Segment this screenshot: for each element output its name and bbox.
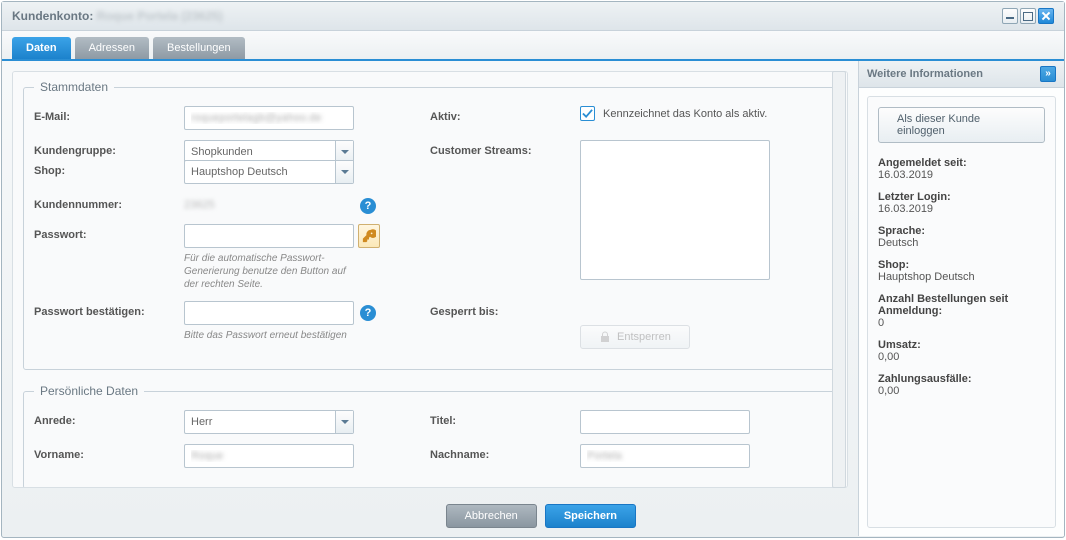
check-icon (582, 108, 593, 119)
shop-select[interactable]: Hauptshop Deutsch (184, 160, 354, 184)
label-gesperrt: Gesperrt bis: (430, 301, 580, 318)
label-vorname: Vorname: (34, 444, 184, 461)
legend-persoenlich: Persönliche Daten (34, 384, 144, 398)
tab-daten[interactable]: Daten (12, 37, 71, 59)
chevron-down-icon (335, 411, 353, 433)
double-chevron-right-icon: » (1045, 69, 1051, 79)
login-as-customer-button[interactable]: Als dieser Kunde einloggen (878, 107, 1045, 143)
window-title-prefix: Kundenkonto: (12, 9, 97, 23)
unlock-label: Entsperren (617, 331, 671, 343)
tab-bar: Daten Adressen Bestellungen (2, 31, 1064, 61)
key-icon (362, 229, 376, 243)
collapse-button[interactable]: » (1040, 66, 1056, 82)
label-kundengruppe: Kundengruppe: (34, 140, 184, 157)
close-button[interactable] (1038, 8, 1054, 24)
fieldset-stammdaten: Stammdaten E-Mail: Aktiv: (23, 80, 837, 370)
chevron-down-icon (335, 161, 353, 183)
email-input[interactable] (184, 106, 354, 130)
label-passwort-confirm: Passwort bestätigen: (34, 301, 184, 318)
info-shop: Shop:Hauptshop Deutsch (878, 259, 1045, 283)
tab-adressen[interactable]: Adressen (75, 37, 149, 59)
help-icon[interactable]: ? (360, 198, 376, 214)
vorname-input[interactable] (184, 444, 354, 468)
aktiv-checkbox[interactable] (580, 106, 595, 121)
info-letzter-login: Letzter Login:16.03.2019 (878, 191, 1045, 215)
nachname-input[interactable] (580, 444, 750, 468)
anrede-value: Herr (191, 416, 212, 428)
window-title: Kundenkonto: Roque Portela (23625) (12, 9, 223, 23)
help-icon[interactable]: ? (360, 305, 376, 321)
info-ausfall: Zahlungsausfälle:0,00 (878, 373, 1045, 397)
fieldset-persoenlich: Persönliche Daten Anrede: Herr (23, 384, 837, 488)
label-passwort: Passwort: (34, 224, 184, 241)
side-body: Als dieser Kunde einloggen Angemeldet se… (867, 96, 1056, 528)
label-aktiv: Aktiv: (430, 106, 580, 123)
password-help-text: Für die automatische Passwort-Generierun… (184, 252, 354, 291)
password-confirm-input[interactable] (184, 301, 354, 325)
info-sprache: Sprache:Deutsch (878, 225, 1045, 249)
side-header: Weitere Informationen » (859, 61, 1064, 88)
footer-buttons: Abbrechen Speichern (446, 504, 636, 528)
side-header-title: Weitere Informationen (867, 68, 983, 80)
info-bestellungen: Anzahl Bestellungen seit Anmeldung:0 (878, 293, 1045, 329)
customer-account-window: Kundenkonto: Roque Portela (23625) Daten… (1, 1, 1065, 538)
label-anrede: Anrede: (34, 410, 184, 427)
anrede-select[interactable]: Herr (184, 410, 354, 434)
label-titel: Titel: (430, 410, 580, 427)
kundennummer-value: 23625 (184, 194, 354, 214)
customer-streams-box[interactable] (580, 140, 770, 280)
info-umsatz: Umsatz:0,00 (878, 339, 1045, 363)
window-body: Stammdaten E-Mail: Aktiv: (2, 61, 1064, 536)
side-panel: Weitere Informationen » Als dieser Kunde… (858, 61, 1064, 536)
legend-stammdaten: Stammdaten (34, 80, 114, 94)
aktiv-help-text: Kennzeichnet das Konto als aktiv. (603, 108, 767, 120)
main-panel: Stammdaten E-Mail: Aktiv: (2, 61, 858, 536)
maximize-button[interactable] (1020, 8, 1036, 24)
save-button[interactable]: Speichern (545, 504, 636, 528)
label-nachname: Nachname: (430, 444, 580, 461)
minimize-button[interactable] (1002, 8, 1018, 24)
form-scroll-area[interactable]: Stammdaten E-Mail: Aktiv: (12, 71, 848, 488)
shop-value: Hauptshop Deutsch (191, 166, 288, 178)
label-kundennummer: Kundennummer: (34, 194, 184, 211)
info-angemeldet: Angemeldet seit:16.03.2019 (878, 157, 1045, 181)
generate-password-button[interactable] (358, 224, 380, 248)
window-controls (1002, 8, 1054, 24)
vertical-scrollbar[interactable] (832, 71, 846, 488)
cancel-button[interactable]: Abbrechen (446, 504, 537, 528)
label-email: E-Mail: (34, 106, 184, 123)
password-input[interactable] (184, 224, 354, 248)
unlock-button: Entsperren (580, 325, 690, 349)
tab-bestellungen[interactable]: Bestellungen (153, 37, 245, 59)
lock-icon (599, 331, 611, 343)
password-confirm-help-text: Bitte das Passwort erneut bestätigen (184, 329, 354, 342)
label-shop: Shop: (34, 160, 184, 177)
window-title-name: Roque Portela (23625) (97, 9, 223, 23)
titlebar: Kundenkonto: Roque Portela (23625) (2, 2, 1064, 31)
kundengruppe-value: Shopkunden (191, 146, 253, 158)
titel-input[interactable] (580, 410, 750, 434)
label-streams: Customer Streams: (430, 140, 580, 157)
